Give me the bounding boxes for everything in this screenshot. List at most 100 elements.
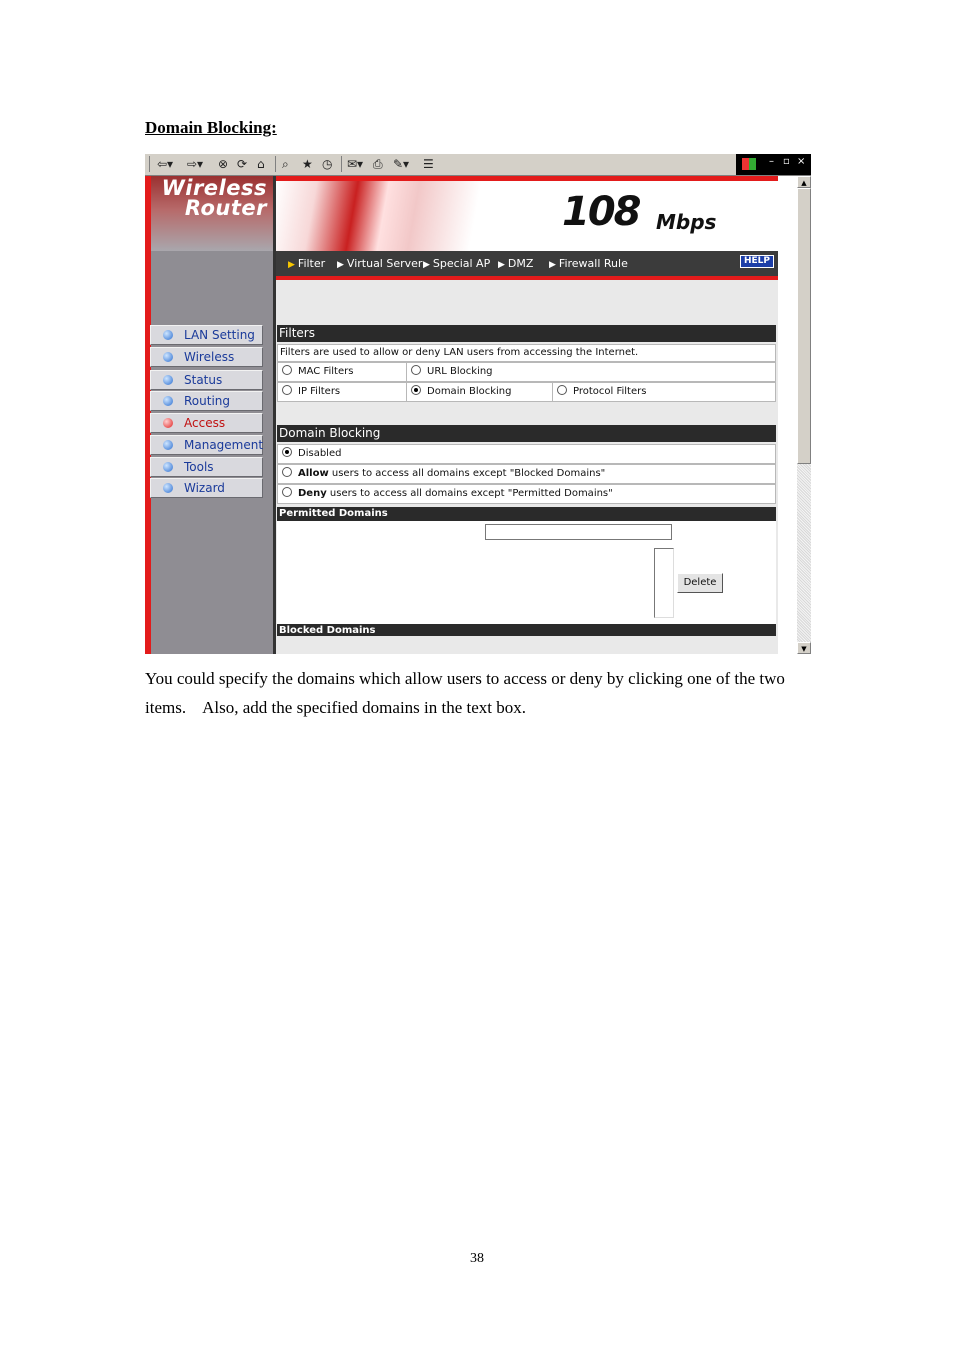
bullet-icon xyxy=(163,375,173,385)
close-button[interactable]: × xyxy=(797,156,805,167)
sidebar-item-management[interactable]: Management xyxy=(150,435,263,455)
sidebar-item-access[interactable]: Access xyxy=(150,413,263,433)
body-paragraph: You could specify the domains which allo… xyxy=(145,669,790,717)
sidebar-item-label: LAN Setting xyxy=(184,328,255,342)
banner-unit: Mbps xyxy=(656,210,717,234)
sidebar: Wireless Router LAN Setting Wireless Sta… xyxy=(145,176,273,654)
ip-filters-option[interactable]: IP Filters xyxy=(278,385,340,397)
section-heading: Domain Blocking: xyxy=(145,118,277,137)
disabled-row: Disabled xyxy=(277,444,776,464)
permitted-domain-input[interactable] xyxy=(485,524,672,540)
bullet-icon xyxy=(163,396,173,406)
permitted-domains-list[interactable] xyxy=(654,548,674,618)
header-banner: 108 Mbps ▶ Filter ▶ Virtual Server ▶ Specia… xyxy=(276,176,778,280)
vertical-scrollbar[interactable]: ▲ ▼ xyxy=(797,176,811,654)
home-icon[interactable]: ⌂ xyxy=(257,157,265,171)
deny-option[interactable]: Deny users to access all domains except … xyxy=(278,487,613,499)
browser-toolbar: ⇦▾ ⇨▾ ⊗ ⟳ ⌂ ⌕ ★ ◷ ✉▾ ⎙ ✎▾ ☰ – ▫ × xyxy=(145,154,811,176)
sidebar-item-lan-setting[interactable]: LAN Setting xyxy=(150,325,263,345)
deny-row: Deny users to access all domains except … xyxy=(277,484,776,504)
domain-blocking-radio[interactable] xyxy=(411,385,421,395)
windows-logo-icon xyxy=(742,158,756,170)
banner-speed: 108 xyxy=(562,189,641,235)
delete-button[interactable]: Delete xyxy=(677,573,723,593)
protocol-filters-option[interactable]: Protocol Filters xyxy=(553,385,646,397)
allow-option[interactable]: Allow users to access all domains except… xyxy=(278,467,605,479)
window-controls: – ▫ × xyxy=(736,154,811,175)
bullet-icon xyxy=(163,483,173,493)
scroll-down-icon[interactable]: ▼ xyxy=(797,642,811,654)
arrow-icon: ▶ xyxy=(498,260,505,270)
router-screenshot: ⇦▾ ⇨▾ ⊗ ⟳ ⌂ ⌕ ★ ◷ ✉▾ ⎙ ✎▾ ☰ – ▫ × Wirele… xyxy=(145,154,811,654)
bullet-icon xyxy=(163,440,173,450)
disabled-option[interactable]: Disabled xyxy=(278,447,341,459)
page-number: 38 xyxy=(470,1251,484,1266)
mail-icon[interactable]: ✉▾ xyxy=(347,157,363,171)
allow-radio[interactable] xyxy=(282,467,292,477)
protocol-filters-radio[interactable] xyxy=(557,385,567,395)
minimize-button[interactable]: – xyxy=(769,156,774,167)
scroll-up-icon[interactable]: ▲ xyxy=(797,176,811,188)
filters-description: Filters are used to allow or deny LAN us… xyxy=(277,344,776,362)
help-button[interactable]: HELP xyxy=(739,255,774,268)
toolbar-separator xyxy=(275,156,276,172)
tab-firewall-rule[interactable]: ▶ Firewall Rule xyxy=(549,257,628,270)
tab-dmz[interactable]: ▶ DMZ xyxy=(498,257,533,270)
discuss-icon[interactable]: ☰ xyxy=(423,157,434,171)
blocked-domains-header: Blocked Domains xyxy=(277,624,776,636)
sidebar-item-tools[interactable]: Tools xyxy=(150,457,263,477)
filters-header: Filters xyxy=(277,325,776,342)
mac-filters-option[interactable]: MAC Filters xyxy=(278,365,353,377)
sidebar-item-label: Access xyxy=(184,416,226,430)
tab-special-ap[interactable]: ▶ Special AP xyxy=(423,257,490,270)
arrow-icon: ▶ xyxy=(337,260,344,270)
sidebar-item-label: Wireless xyxy=(184,350,235,364)
tab-filter[interactable]: ▶ Filter xyxy=(288,257,325,270)
toolbar-grip xyxy=(149,156,150,172)
edit-icon[interactable]: ✎▾ xyxy=(393,157,409,171)
bullet-icon xyxy=(163,462,173,472)
stop-icon[interactable]: ⊗ xyxy=(218,157,228,171)
scroll-thumb[interactable] xyxy=(797,188,811,464)
mac-filters-radio[interactable] xyxy=(282,365,292,375)
deny-radio[interactable] xyxy=(282,487,292,497)
active-bullet-icon xyxy=(163,418,173,428)
print-icon[interactable]: ⎙ xyxy=(373,157,383,171)
favorites-icon[interactable]: ★ xyxy=(302,157,313,171)
sidebar-item-label: Management xyxy=(184,438,264,452)
disabled-radio[interactable] xyxy=(282,447,292,457)
permitted-domains-header: Permitted Domains xyxy=(277,507,776,521)
sidebar-item-routing[interactable]: Routing xyxy=(150,391,263,411)
search-icon[interactable]: ⌕ xyxy=(282,157,289,171)
sidebar-item-wireless[interactable]: Wireless xyxy=(150,347,263,367)
top-menu: ▶ Filter ▶ Virtual Server ▶ Special AP ▶ DMZ… xyxy=(276,251,778,276)
bullet-icon xyxy=(163,352,173,362)
forward-icon[interactable]: ⇨▾ xyxy=(187,157,203,171)
domain-blocking-option[interactable]: Domain Blocking xyxy=(407,385,512,397)
sidebar-item-label: Tools xyxy=(184,460,214,474)
allow-row: Allow users to access all domains except… xyxy=(277,464,776,484)
url-blocking-option[interactable]: URL Blocking xyxy=(407,365,493,377)
arrow-icon: ▶ xyxy=(549,260,556,270)
filters-row-2: IP Filters Domain Blocking Protocol Filt… xyxy=(277,382,776,402)
router-logo: Wireless Router xyxy=(151,176,273,251)
ip-filters-radio[interactable] xyxy=(282,385,292,395)
history-icon[interactable]: ◷ xyxy=(322,157,332,171)
url-blocking-radio[interactable] xyxy=(411,365,421,375)
tab-virtual-server[interactable]: ▶ Virtual Server xyxy=(337,257,422,270)
restore-button[interactable]: ▫ xyxy=(783,156,790,167)
filters-row-1: MAC Filters URL Blocking xyxy=(277,362,776,382)
back-icon[interactable]: ⇦▾ xyxy=(157,157,173,171)
arrow-icon: ▶ xyxy=(423,260,430,270)
toolbar-separator xyxy=(341,156,342,172)
bullet-icon xyxy=(163,330,173,340)
sidebar-item-label: Status xyxy=(184,373,223,387)
sidebar-item-label: Wizard xyxy=(184,481,225,495)
sidebar-item-label: Routing xyxy=(184,394,231,408)
arrow-icon: ▶ xyxy=(288,260,295,270)
refresh-icon[interactable]: ⟳ xyxy=(237,157,247,171)
sidebar-item-wizard[interactable]: Wizard xyxy=(150,478,263,498)
sidebar-item-status[interactable]: Status xyxy=(150,370,263,390)
domain-blocking-header: Domain Blocking xyxy=(277,425,776,442)
router-page: Wireless Router LAN Setting Wireless Sta… xyxy=(145,176,797,654)
